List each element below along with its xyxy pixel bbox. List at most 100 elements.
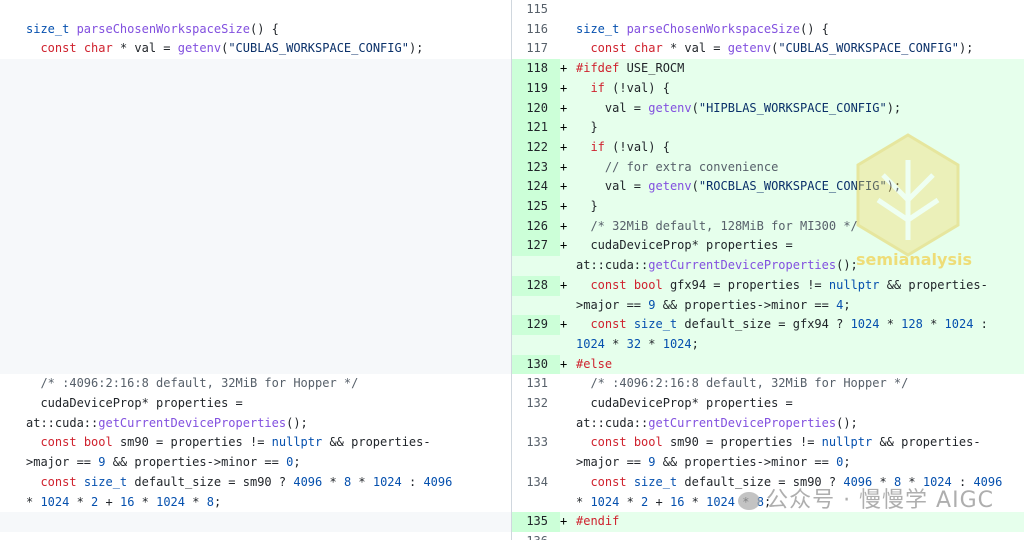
code-token: getCurrentDeviceProperties	[648, 415, 837, 430]
code-token: "CUBLAS_WORKSPACE_CONFIG"	[778, 41, 959, 56]
code-token: at::cuda::	[576, 258, 649, 273]
code-token: 1024	[372, 474, 402, 489]
diff-sign: +	[560, 356, 568, 371]
code-token: (	[691, 179, 699, 194]
split-diff-view: size_t parseChosenWorkspaceSize() { cons…	[0, 0, 1024, 540]
code-token: /* 32MiB default, 128MiB for MI300 */	[590, 218, 858, 233]
code-token: 1024	[576, 336, 605, 351]
code-token: const	[590, 317, 634, 332]
line-number[interactable]: 128	[512, 275, 560, 296]
line-number[interactable]: 130	[512, 354, 560, 375]
code-token: 1024	[944, 317, 974, 332]
code-token: size_t	[26, 21, 77, 36]
code-line: const char * val = getenv("CUBLAS_WORKSP…	[0, 39, 496, 59]
code-token: ();	[286, 415, 308, 430]
diff-sign: +	[560, 179, 568, 194]
code-line: 1024 * 32 * 1024;	[576, 335, 1020, 355]
code-token: nullptr	[828, 277, 880, 292]
diff-added-line: >major == 9 && properties->minor == 4;	[512, 295, 1024, 316]
line-number[interactable]: 127	[512, 236, 560, 257]
line-number[interactable]: 135	[512, 512, 560, 532]
diff-added-line: 135 + #endif	[512, 512, 1024, 532]
diff-context-line: 136	[512, 532, 1024, 540]
code-line: at::cuda::getCurrentDeviceProperties();	[576, 414, 1020, 434]
code-token: *	[619, 494, 642, 509]
code-token: +	[648, 494, 670, 509]
code-token: (!val) {	[612, 80, 670, 95]
code-token: if	[590, 139, 613, 154]
code-token: 4096	[293, 474, 323, 489]
line-number[interactable]: 115	[512, 0, 560, 20]
line-number[interactable]: 131	[512, 374, 560, 394]
code-token: >major ==	[576, 455, 649, 470]
diff-sign: +	[560, 120, 568, 135]
diff-empty-line	[0, 275, 511, 296]
line-number[interactable]: 132	[512, 394, 560, 414]
code-token: "CUBLAS_WORKSPACE_CONFIG"	[228, 41, 409, 56]
code-line: const size_t default_size = gfx94 ? 1024…	[576, 315, 1020, 335]
diff-context-line	[0, 0, 511, 20]
line-number[interactable]: 123	[512, 157, 560, 178]
code-token: 1024	[590, 494, 620, 509]
code-line: // for extra convenience	[576, 158, 1020, 178]
diff-empty-line	[0, 512, 511, 532]
line-number[interactable]: 117	[512, 39, 560, 59]
line-number[interactable]: 134	[512, 473, 560, 493]
code-token: ;	[293, 455, 301, 470]
diff-sign: +	[560, 159, 568, 174]
code-line: #else	[576, 355, 1020, 375]
diff-sign: +	[560, 238, 568, 253]
code-token: nullptr	[271, 435, 323, 450]
code-token: size_t	[83, 474, 135, 489]
line-number[interactable]: 124	[512, 177, 560, 198]
code-token: ();	[836, 258, 858, 273]
code-token: 1024	[40, 494, 70, 509]
code-token: );	[886, 179, 902, 194]
diff-context-line: cudaDeviceProp* properties =	[0, 394, 511, 414]
code-token: cudaDeviceProp* properties =	[576, 396, 793, 411]
code-token: (!val) {	[612, 139, 670, 154]
diff-sign: +	[560, 100, 568, 115]
code-token: );	[958, 41, 974, 56]
diff-context-line: >major == 9 && properties->minor == 0;	[512, 453, 1024, 473]
wechat-icon	[738, 492, 761, 510]
code-token: *	[604, 336, 627, 351]
code-token: *	[322, 474, 344, 489]
code-line: if (!val) {	[576, 79, 1020, 99]
line-number[interactable]: 119	[512, 78, 560, 99]
line-number[interactable]: 116	[512, 20, 560, 40]
line-number[interactable]: 133	[512, 433, 560, 453]
line-number[interactable]: 118	[512, 59, 560, 79]
line-number[interactable]: 129	[512, 315, 560, 335]
diff-empty-line	[0, 98, 511, 119]
code-line: const bool sm90 = properties != nullptr …	[576, 433, 1020, 453]
diff-added-line: 118 + #ifdef USE_ROCM	[512, 59, 1024, 79]
semianalysis-watermark: semianalysis	[856, 250, 972, 269]
diff-empty-line	[0, 236, 511, 257]
code-line: at::cuda::getCurrentDeviceProperties();	[0, 414, 496, 434]
line-number[interactable]: 126	[512, 216, 560, 237]
line-number[interactable]: 125	[512, 197, 560, 217]
diff-sign: +	[560, 80, 568, 95]
line-number[interactable]: 122	[512, 137, 560, 158]
line-number[interactable]: 120	[512, 98, 560, 119]
diff-empty-line	[0, 315, 511, 335]
line-number[interactable]: 121	[512, 118, 560, 138]
code-token: ;	[691, 336, 699, 351]
diff-left-pane: size_t parseChosenWorkspaceSize() { cons…	[0, 0, 512, 540]
line-number[interactable]: 136	[512, 532, 560, 540]
code-token: 32	[626, 336, 642, 351]
diff-empty-line	[0, 256, 511, 276]
diff-context-line: /* :4096:2:16:8 default, 32MiB for Hoppe…	[0, 374, 511, 394]
code-token: size_t	[576, 21, 627, 36]
